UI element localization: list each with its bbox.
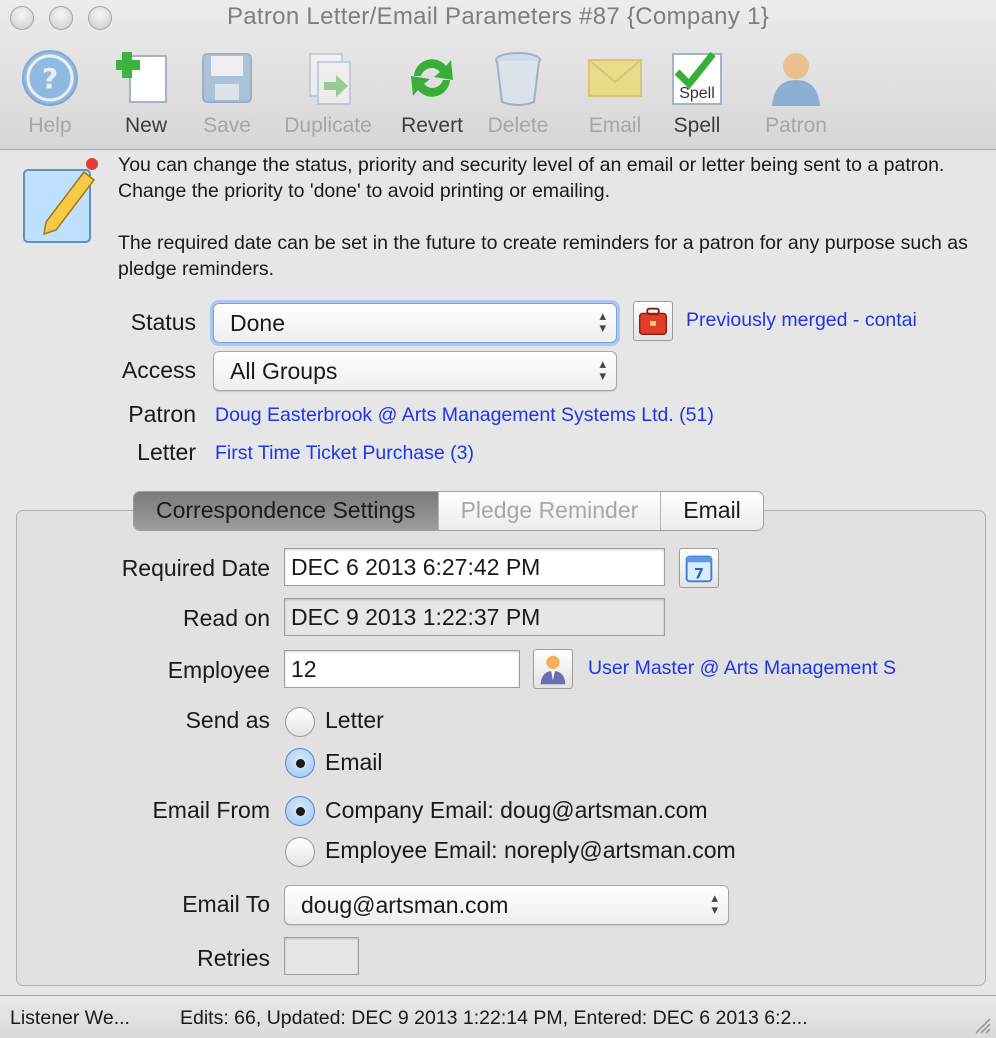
letter-label: Letter xyxy=(137,439,196,465)
email-from-label: Email From xyxy=(152,797,270,823)
duplicate-icon xyxy=(309,53,351,105)
new-document-icon xyxy=(116,52,167,103)
tab-email[interactable]: Email xyxy=(660,492,763,530)
status-bar-left: Listener We... xyxy=(10,1007,130,1029)
status-info-button[interactable] xyxy=(633,301,673,341)
send-as-letter-label: Letter xyxy=(325,707,384,733)
status-value: Done xyxy=(230,310,285,336)
read-on-label: Read on xyxy=(183,605,270,631)
email-to-popup[interactable]: doug@artsman.com ▴ ▾ xyxy=(284,885,729,925)
required-date-field[interactable]: DEC 6 2013 6:27:42 PM xyxy=(284,548,665,586)
send-as-letter-radio[interactable] xyxy=(285,707,315,737)
revert-label: Revert xyxy=(401,114,463,137)
toolbar: Patron Letter/Email Parameters #87 {Comp… xyxy=(0,0,996,150)
window-title: Patron Letter/Email Parameters #87 {Comp… xyxy=(226,3,770,30)
employee-person-icon xyxy=(540,655,566,685)
revert-button[interactable]: Revert xyxy=(382,48,482,144)
svg-text:?: ? xyxy=(42,62,58,95)
employee-field[interactable]: 12 xyxy=(284,650,520,688)
retries-label: Retries xyxy=(197,945,270,971)
info-paragraph-2: The required date can be set in the futu… xyxy=(118,232,968,280)
email-from-employee-radio[interactable] xyxy=(285,837,315,867)
calendar-button[interactable]: 7 xyxy=(679,548,719,588)
access-popup[interactable]: All Groups ▴ ▾ xyxy=(213,351,617,391)
save-button[interactable]: Save xyxy=(177,48,277,144)
access-value: All Groups xyxy=(230,358,338,384)
popup-arrows-icon: ▴ ▾ xyxy=(599,308,606,335)
popup-arrows-icon: ▴ ▾ xyxy=(599,356,606,383)
send-as-label: Send as xyxy=(185,707,270,733)
status-popup[interactable]: Done ▴ ▾ xyxy=(213,303,617,343)
patron-label: Patron xyxy=(765,114,827,137)
patron-field-label: Patron xyxy=(128,401,196,427)
tab-pledge-reminder[interactable]: Pledge Reminder xyxy=(437,492,661,530)
help-icon: ? xyxy=(22,50,78,106)
envelope-icon xyxy=(588,59,642,97)
email-to-label: Email To xyxy=(182,891,270,917)
email-from-company-label: Company Email: doug@artsman.com xyxy=(325,797,708,823)
revert-arrows-icon xyxy=(411,59,453,97)
employee-label: Employee xyxy=(167,657,270,683)
status-bar: Listener We... Edits: 66, Updated: DEC 9… xyxy=(0,995,996,1038)
help-label: Help xyxy=(28,114,72,137)
briefcase-icon xyxy=(638,307,668,336)
tab-bar: Correspondence Settings Pledge Reminder … xyxy=(133,491,764,531)
note-pencil-icon xyxy=(23,158,98,243)
help-button[interactable]: ? Help xyxy=(0,48,100,144)
email-from-company-radio[interactable] xyxy=(285,796,315,826)
send-as-email-radio[interactable] xyxy=(285,748,315,778)
trash-can-icon xyxy=(495,52,541,106)
delete-button[interactable]: Delete xyxy=(468,48,568,144)
spell-label: Spell xyxy=(673,114,721,137)
letter-link[interactable]: First Time Ticket Purchase (3) xyxy=(215,442,815,465)
read-on-field: DEC 9 2013 1:22:37 PM xyxy=(284,598,665,636)
patron-button[interactable]: Patron xyxy=(746,48,846,144)
calendar-icon: 7 xyxy=(685,555,713,582)
email-to-value: doug@artsman.com xyxy=(301,892,509,918)
spell-icon-text: Spell xyxy=(679,85,715,102)
status-bar-right: Edits: 66, Updated: DEC 9 2013 1:22:14 P… xyxy=(180,1007,808,1029)
employee-lookup-button[interactable] xyxy=(533,649,573,689)
svg-text:7: 7 xyxy=(694,566,704,582)
tab-correspondence-settings[interactable]: Correspondence Settings xyxy=(134,492,438,530)
resize-grip-icon[interactable] xyxy=(970,1013,992,1035)
send-as-email-label: Email xyxy=(325,749,383,775)
duplicate-label: Duplicate xyxy=(284,114,372,137)
patron-link[interactable]: Doug Easterbrook @ Arts Management Syste… xyxy=(215,404,915,427)
retries-field xyxy=(284,937,359,975)
info-paragraph-1: You can change the status, priority and … xyxy=(118,154,945,202)
popup-arrows-icon: ▴ ▾ xyxy=(711,890,718,917)
save-label: Save xyxy=(203,114,251,137)
employee-link[interactable]: User Master @ Arts Management S xyxy=(588,657,956,680)
status-note-link[interactable]: Previously merged - contai xyxy=(686,309,978,332)
email-from-employee-label: Employee Email: noreply@artsman.com xyxy=(325,837,736,863)
delete-label: Delete xyxy=(487,114,549,137)
access-label: Access xyxy=(121,357,196,383)
status-label: Status xyxy=(130,309,196,335)
person-icon xyxy=(772,53,820,106)
duplicate-button[interactable]: Duplicate xyxy=(278,48,378,144)
window: Patron Letter/Email Parameters #87 {Comp… xyxy=(0,0,996,1038)
spell-button[interactable]: Spell Spell xyxy=(647,48,747,144)
required-date-label: Required Date xyxy=(121,555,270,581)
floppy-disk-icon xyxy=(202,53,252,103)
spell-check-icon: Spell xyxy=(672,51,722,105)
